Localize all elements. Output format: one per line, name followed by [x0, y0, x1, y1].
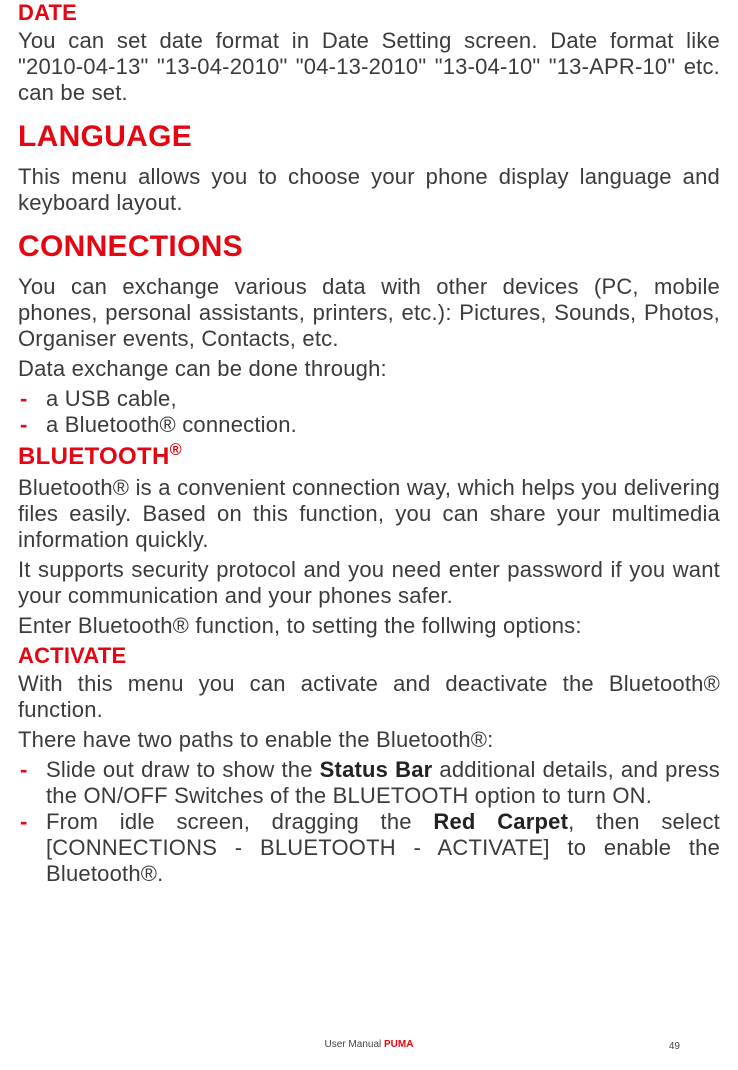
- footer: User Manual PUMA: [0, 1039, 738, 1050]
- list-item: From idle screen, dragging the Red Carpe…: [18, 809, 720, 887]
- registered-icon: ®: [170, 441, 182, 459]
- page-number: 49: [669, 1041, 680, 1052]
- heading-bluetooth: BLUETOOTH®: [18, 443, 720, 471]
- list-item-bold: Red Carpet: [433, 809, 568, 834]
- heading-connections: CONNECTIONS: [18, 230, 720, 264]
- heading-activate: ACTIVATE: [18, 643, 720, 669]
- body-bluetooth-2: It supports security protocol and you ne…: [18, 557, 720, 609]
- list-item-pre: From idle screen, dragging the: [46, 809, 433, 834]
- body-connections-1: You can exchange various data with other…: [18, 274, 720, 352]
- list-connections: a USB cable, a Bluetooth® connection.: [18, 386, 720, 438]
- body-date: You can set date format in Date Setting …: [18, 28, 720, 106]
- heading-date: DATE: [18, 0, 720, 26]
- heading-language: LANGUAGE: [18, 120, 720, 154]
- footer-label: User Manual: [325, 1039, 384, 1050]
- list-activate: Slide out draw to show the Status Bar ad…: [18, 757, 720, 887]
- list-item-bold: Status Bar: [320, 757, 433, 782]
- list-item-pre: Slide out draw to show the: [46, 757, 320, 782]
- list-item: a USB cable,: [18, 386, 720, 412]
- heading-bluetooth-text: BLUETOOTH: [18, 443, 170, 470]
- page: DATE You can set date format in Date Set…: [0, 0, 738, 1070]
- body-bluetooth-3: Enter Bluetooth® function, to setting th…: [18, 613, 720, 639]
- body-activate-2: There have two paths to enable the Bluet…: [18, 727, 720, 753]
- footer-brand: PUMA: [384, 1039, 413, 1050]
- body-language: This menu allows you to choose your phon…: [18, 164, 720, 216]
- list-item: a Bluetooth® connection.: [18, 412, 720, 438]
- body-connections-2: Data exchange can be done through:: [18, 356, 720, 382]
- body-activate-1: With this menu you can activate and deac…: [18, 671, 720, 723]
- list-item: Slide out draw to show the Status Bar ad…: [18, 757, 720, 809]
- body-bluetooth-1: Bluetooth® is a convenient connection wa…: [18, 475, 720, 553]
